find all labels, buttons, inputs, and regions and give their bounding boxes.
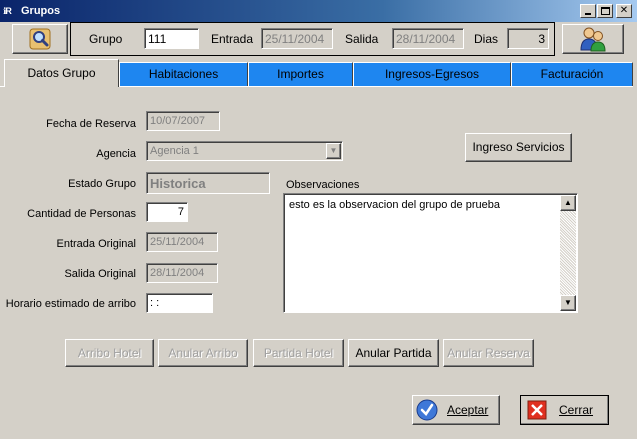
aceptar-label: Aceptar [447,403,489,417]
tab-datos-grupo[interactable]: Datos Grupo [4,59,119,87]
observaciones-textarea[interactable]: esto es la observacion del grupo de prue… [283,193,578,313]
tab-habitaciones[interactable]: Habitaciones [119,62,248,86]
scroll-down-button[interactable]: ▼ [560,295,576,311]
observaciones-text: esto es la observacion del grupo de prue… [289,199,500,211]
close-icon: ✕ [619,5,629,16]
anular-partida-button[interactable]: Anular Partida [348,339,439,367]
salida-field: 28/11/2004 [392,28,464,49]
estado-grupo-field: Historica [146,172,270,194]
dias-label: Dias [474,32,499,46]
users-icon [580,27,606,52]
cantidad-personas-field[interactable]: 7 [146,202,188,222]
app-icon: ℹR [3,6,12,16]
agencia-value: Agencia 1 [150,145,199,157]
arrow-up-icon: ▲ [564,198,572,207]
entrada-original-field: 25/11/2004 [146,232,218,252]
minimize-button[interactable] [580,4,596,18]
users-button[interactable] [562,24,624,54]
entrada-original-label: Entrada Original [56,238,137,250]
grupo-field[interactable]: 111 [144,28,199,49]
observaciones-scrollbar[interactable]: ▲ ▼ [560,195,576,311]
agencia-label: Agencia [96,148,136,160]
salida-label: Salida [345,32,379,46]
partida-hotel-button[interactable]: Partida Hotel [253,339,344,367]
close-button[interactable]: ✕ [616,4,632,18]
scroll-up-button[interactable]: ▲ [560,195,576,211]
group-header: Grupo 111 Entrada 25/11/2004 Salida 28/1… [70,22,555,56]
agencia-select[interactable]: Agencia 1 ▼ [146,141,343,161]
dias-field: 3 [507,28,549,49]
salida-original-label: Salida Original [64,268,136,280]
cerrar-button[interactable]: Cerrar [520,395,609,425]
aceptar-button[interactable]: Aceptar [412,395,500,425]
anular-reserva-button[interactable]: Anular Reserva [443,339,534,367]
tab-facturacion[interactable]: Facturación [511,62,633,86]
horario-arribo-field[interactable]: : : [146,293,213,313]
search-button[interactable] [12,24,68,54]
maximize-icon [600,7,610,15]
window-title: Grupos [21,5,61,17]
horario-arribo-label: Horario estimado de arribo [5,298,136,310]
arribo-hotel-button[interactable]: Arribo Hotel [65,339,154,367]
tab-ingresos-egresos[interactable]: Ingresos-Egresos [353,62,511,86]
fecha-reserva-field: 10/07/2007 [146,111,220,131]
chevron-down-icon[interactable]: ▼ [326,143,341,159]
magnifier-icon [29,28,51,50]
grupo-label: Grupo [89,32,123,46]
estado-grupo-label: Estado Grupo [68,178,136,190]
anular-arribo-button[interactable]: Anular Arribo [158,339,248,367]
entrada-label: Entrada [211,32,254,46]
ingreso-servicios-button[interactable]: Ingreso Servicios [465,133,572,162]
arrow-down-icon: ▼ [564,298,572,307]
entrada-field: 25/11/2004 [261,28,333,49]
observaciones-label: Observaciones [286,179,360,191]
check-icon [416,399,438,421]
maximize-button[interactable] [597,4,613,18]
tab-importes[interactable]: Importes [248,62,353,86]
title-bar[interactable]: ℹR Grupos ✕ [0,0,637,22]
cantidad-personas-label: Cantidad de Personas [27,208,136,220]
cerrar-label: Cerrar [559,403,594,417]
minimize-icon [585,13,591,15]
close-x-icon [527,400,547,420]
fecha-reserva-label: Fecha de Reserva [46,118,136,130]
salida-original-field: 28/11/2004 [146,263,218,283]
